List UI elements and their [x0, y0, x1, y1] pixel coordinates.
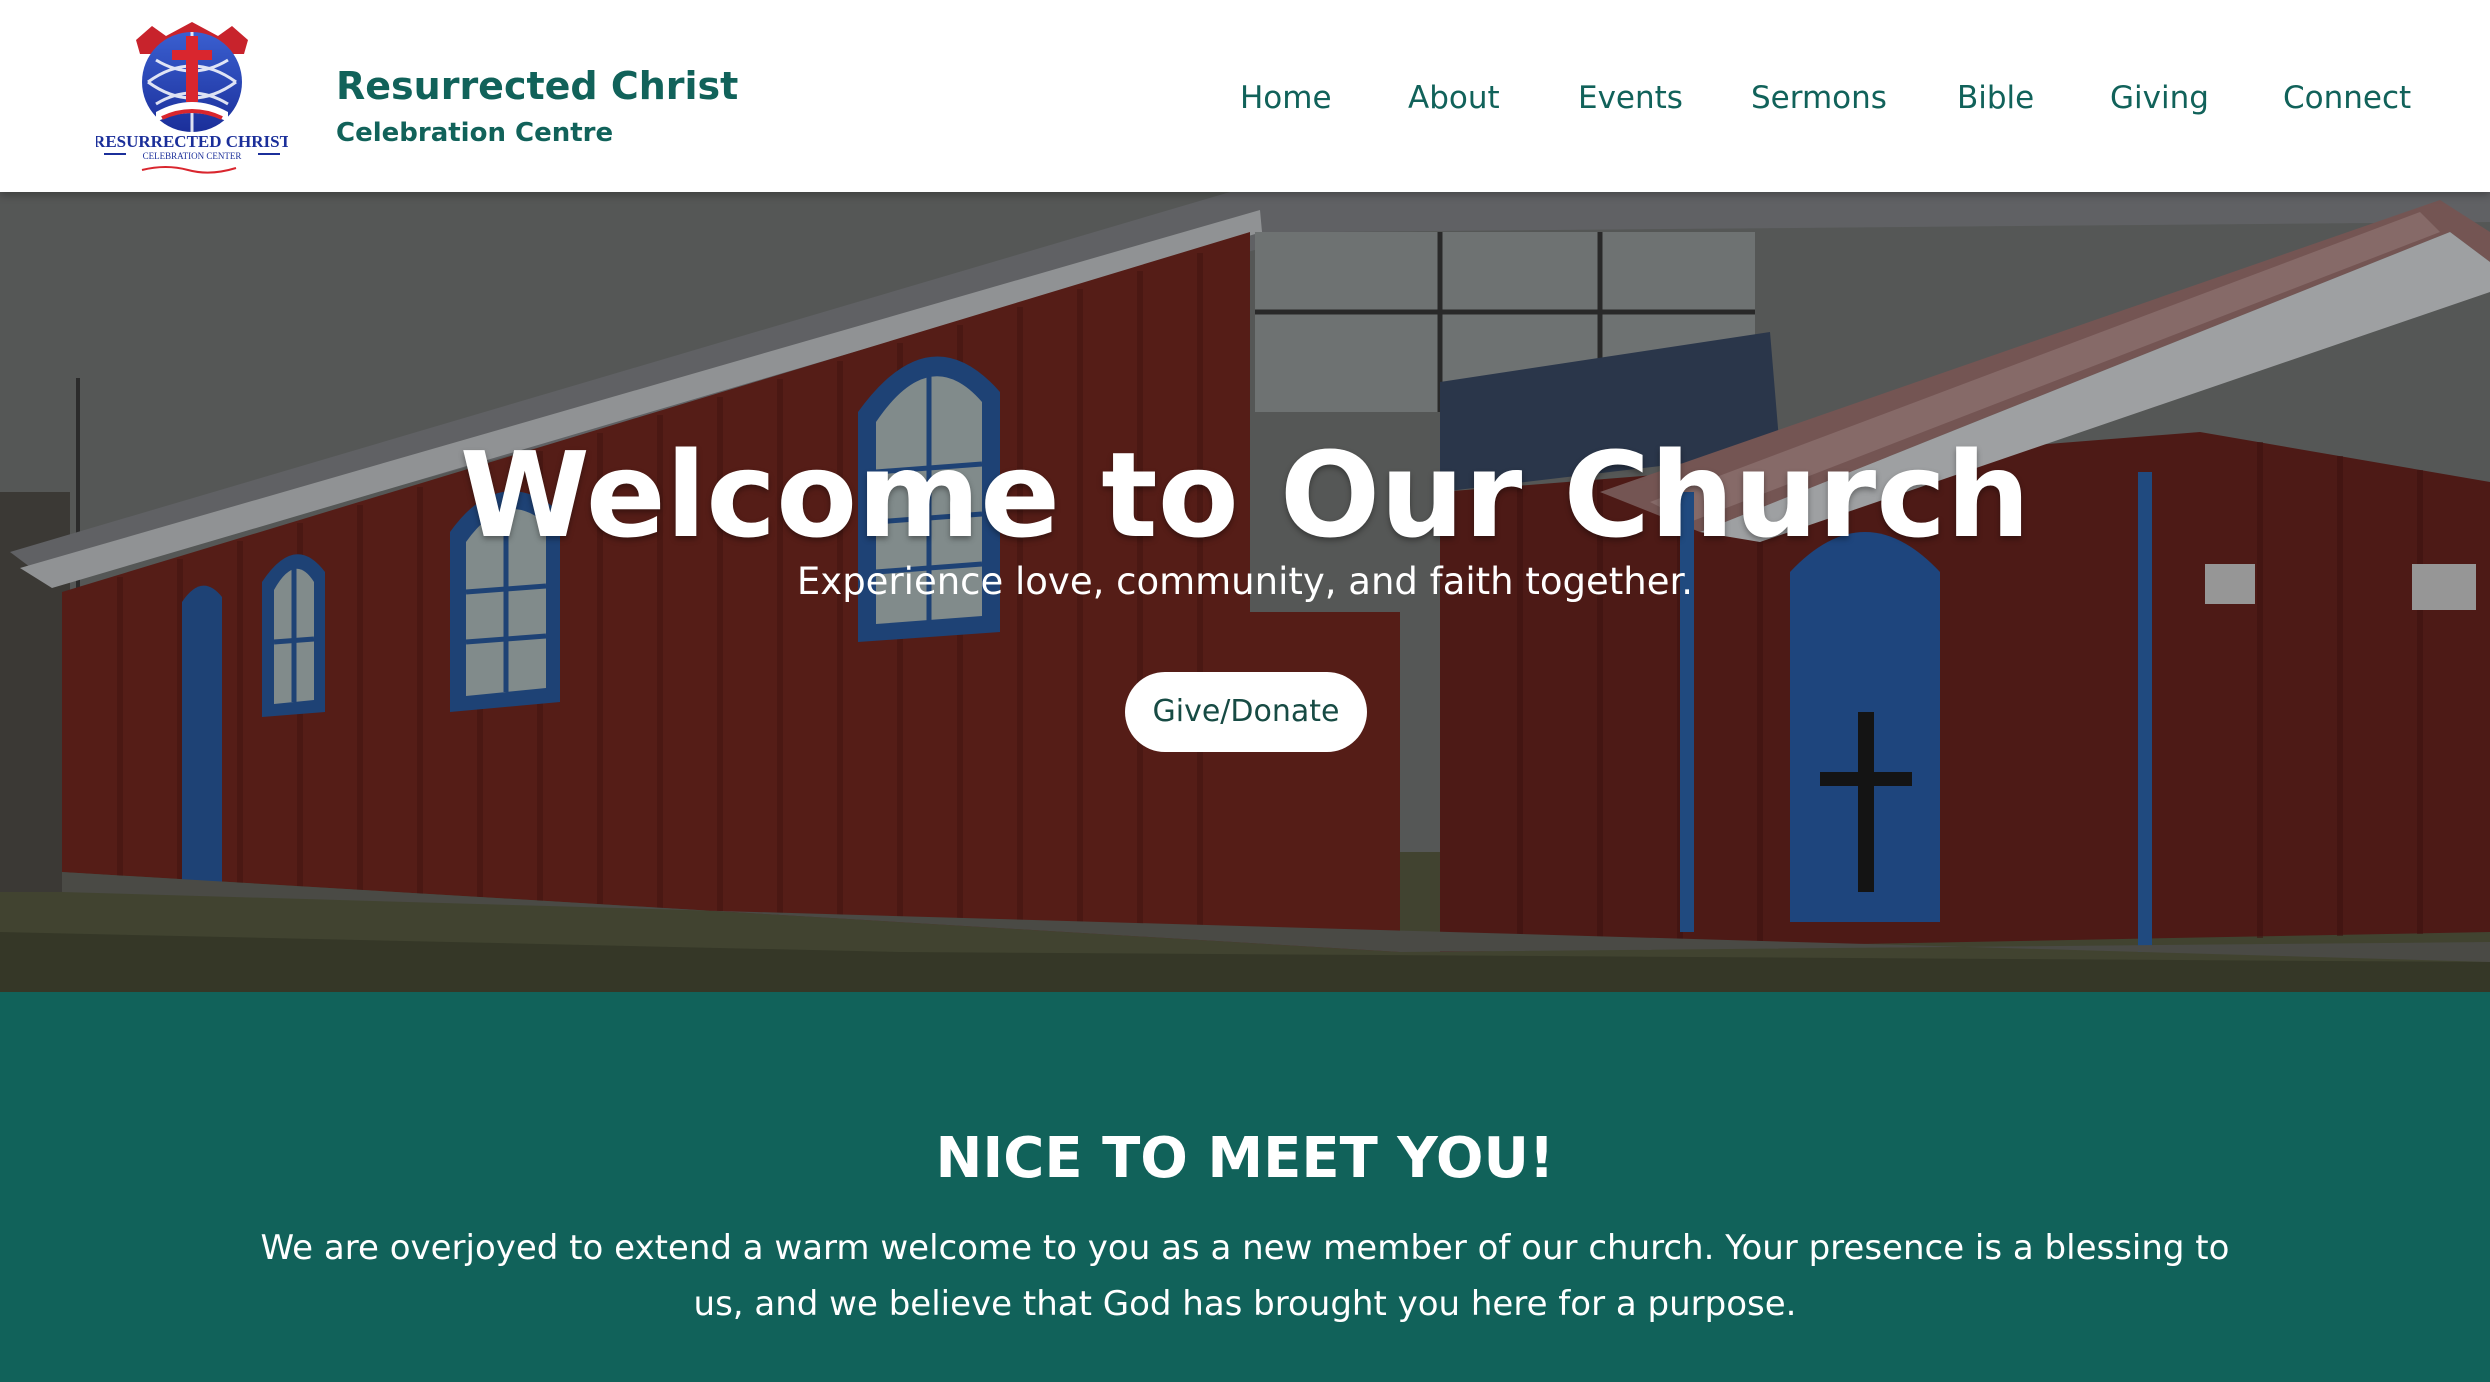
- site-header: RESURRECTED CHRIST CELEBRATION CENTER Re…: [0, 0, 2490, 192]
- give-donate-button[interactable]: Give/Donate: [1125, 672, 1367, 752]
- welcome-section: NICE TO MEET YOU! We are overjoyed to ex…: [0, 992, 2490, 1382]
- hero-subtitle: Experience love, community, and faith to…: [796, 560, 1694, 603]
- nav-item-events[interactable]: Events: [1578, 76, 1683, 120]
- main-nav: Home About Events Sermons Bible Giving C…: [0, 76, 2490, 120]
- logo-text-sub: CELEBRATION CENTER: [143, 151, 242, 161]
- nav-item-bible[interactable]: Bible: [1957, 76, 2034, 120]
- hero-section: Welcome to Our Church Experience love, c…: [0, 192, 2490, 992]
- hero-title: Welcome to Our Church: [459, 426, 2031, 564]
- nav-item-connect[interactable]: Connect: [2283, 76, 2411, 120]
- nav-item-sermons[interactable]: Sermons: [1751, 76, 1887, 120]
- brand-subtitle: Celebration Centre: [336, 118, 614, 148]
- nav-item-about[interactable]: About: [1408, 76, 1500, 120]
- welcome-text: We are overjoyed to extend a warm welcom…: [260, 1228, 2230, 1324]
- nav-item-giving[interactable]: Giving: [2110, 76, 2209, 120]
- hero-content: Welcome to Our Church Experience love, c…: [0, 192, 2490, 992]
- nav-item-home[interactable]: Home: [1240, 76, 1332, 120]
- logo-text-main: RESURRECTED CHRIST: [96, 132, 288, 151]
- welcome-title: NICE TO MEET YOU!: [935, 1126, 1555, 1191]
